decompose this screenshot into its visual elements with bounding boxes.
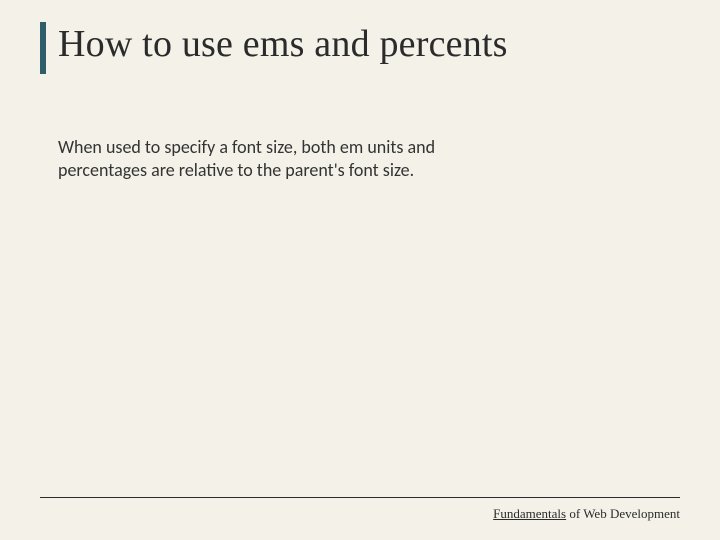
slide-title: How to use ems and percents	[58, 22, 680, 66]
slide: How to use ems and percents When used to…	[0, 0, 720, 540]
footer-first-word: Fundamentals	[493, 506, 566, 521]
title-accent-bar	[40, 22, 46, 74]
footer-divider	[40, 497, 680, 498]
slide-body-text: When used to specify a font size, both e…	[58, 136, 528, 181]
footer-text: Fundamentals of Web Development	[493, 506, 680, 522]
footer-rest: of Web Development	[566, 506, 680, 521]
